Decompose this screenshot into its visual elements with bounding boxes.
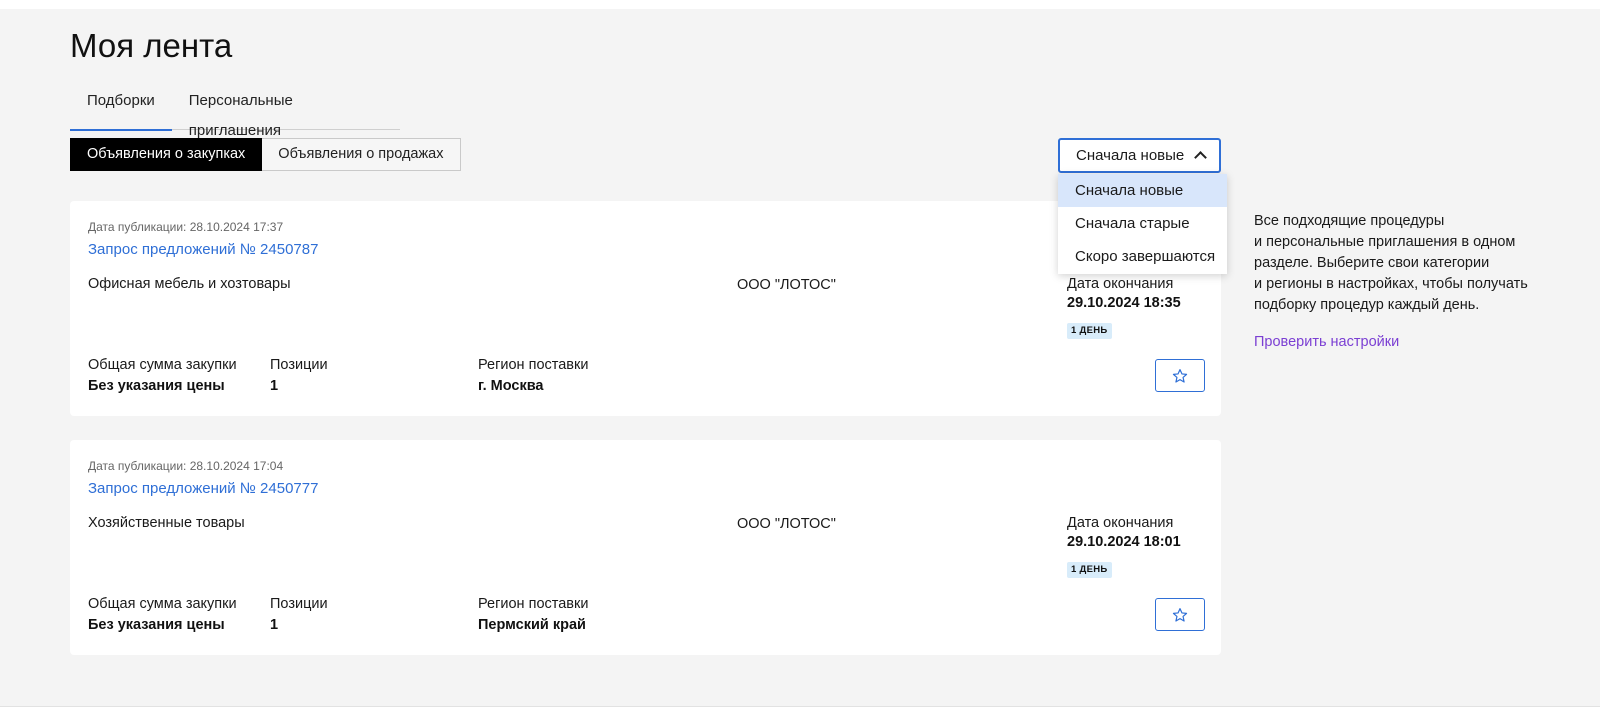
- sort-option-newest[interactable]: Сначала новые: [1058, 174, 1227, 207]
- procedure-category: Хозяйственные товары: [88, 515, 245, 531]
- total-sum-value: Без указания цены: [88, 617, 225, 633]
- organization-name: ООО "ЛОТОС": [737, 516, 836, 532]
- positions-label: Позиции: [270, 596, 328, 612]
- total-sum-label: Общая сумма закупки: [88, 596, 237, 612]
- region-value: г. Москва: [478, 378, 544, 394]
- region-label: Регион поставки: [478, 357, 589, 373]
- settings-hint: Все подходящие процедуры и персональные …: [1254, 211, 1544, 316]
- days-left-badge: 1 ДЕНЬ: [1067, 323, 1112, 339]
- sales-button[interactable]: Объявления о продажах: [262, 138, 461, 171]
- chevron-up-icon: [1194, 151, 1207, 164]
- end-date-label: Дата окончания: [1067, 515, 1174, 531]
- positions-label: Позиции: [270, 357, 328, 373]
- total-sum-value: Без указания цены: [88, 378, 225, 394]
- announcement-type-switch: Объявления о закупках Объявления о прода…: [70, 138, 461, 171]
- settings-hint-line: разделе. Выберите свои категории: [1254, 255, 1490, 271]
- settings-hint-line: и регионы в настройках, чтобы получать: [1254, 276, 1528, 292]
- purchases-button[interactable]: Объявления о закупках: [70, 138, 263, 171]
- settings-hint-line: и персональные приглашения в одном: [1254, 234, 1516, 250]
- organization-name: ООО "ЛОТОС": [737, 277, 836, 293]
- tab-selections[interactable]: Подборки: [70, 86, 172, 131]
- feed-page: Моя лента Подборки Персональные приглаше…: [0, 9, 1600, 707]
- sort-select-value: Сначала новые: [1076, 147, 1185, 164]
- star-icon: [1172, 368, 1188, 383]
- publication-date: Дата публикации: 28.10.2024 17:04: [88, 459, 284, 473]
- tab-personal-invitations[interactable]: Персональные приглашения: [172, 86, 400, 139]
- tab-bar: Подборки Персональные приглашения: [70, 86, 400, 139]
- procedure-link[interactable]: Запрос предложений № 2450777: [88, 480, 318, 497]
- region-label: Регион поставки: [478, 596, 589, 612]
- end-date-value: 29.10.2024 18:01: [1067, 534, 1181, 550]
- procedure-card: Дата публикации: 28.10.2024 17:37 Запрос…: [70, 201, 1221, 416]
- sort-option-ending-soon[interactable]: Скоро завершаются: [1058, 240, 1227, 273]
- sort-select[interactable]: Сначала новые: [1058, 138, 1221, 173]
- region-value: Пермский край: [478, 617, 586, 633]
- favorite-button[interactable]: [1155, 598, 1205, 631]
- positions-value: 1: [270, 378, 279, 394]
- check-settings-link[interactable]: Проверить настройки: [1254, 334, 1399, 350]
- sort-option-oldest[interactable]: Сначала старые: [1058, 207, 1227, 240]
- procedure-card: Дата публикации: 28.10.2024 17:04 Запрос…: [70, 440, 1221, 655]
- end-date-value: 29.10.2024 18:35: [1067, 295, 1181, 311]
- settings-hint-line: подборку процедур каждый день.: [1254, 297, 1480, 313]
- favorite-button[interactable]: [1155, 359, 1205, 392]
- positions-value: 1: [270, 617, 279, 633]
- procedure-category: Офисная мебель и хозтовары: [88, 276, 291, 292]
- total-sum-label: Общая сумма закупки: [88, 357, 237, 373]
- days-left-badge: 1 ДЕНЬ: [1067, 562, 1112, 578]
- procedure-link[interactable]: Запрос предложений № 2450787: [88, 241, 318, 258]
- end-date-label: Дата окончания: [1067, 276, 1174, 292]
- sort-dropdown: Сначала новые Сначала старые Скоро завер…: [1058, 174, 1227, 274]
- settings-hint-line: Все подходящие процедуры: [1254, 213, 1445, 229]
- page-title: Моя лента: [70, 27, 233, 64]
- publication-date: Дата публикации: 28.10.2024 17:37: [88, 220, 284, 234]
- star-icon: [1172, 607, 1188, 622]
